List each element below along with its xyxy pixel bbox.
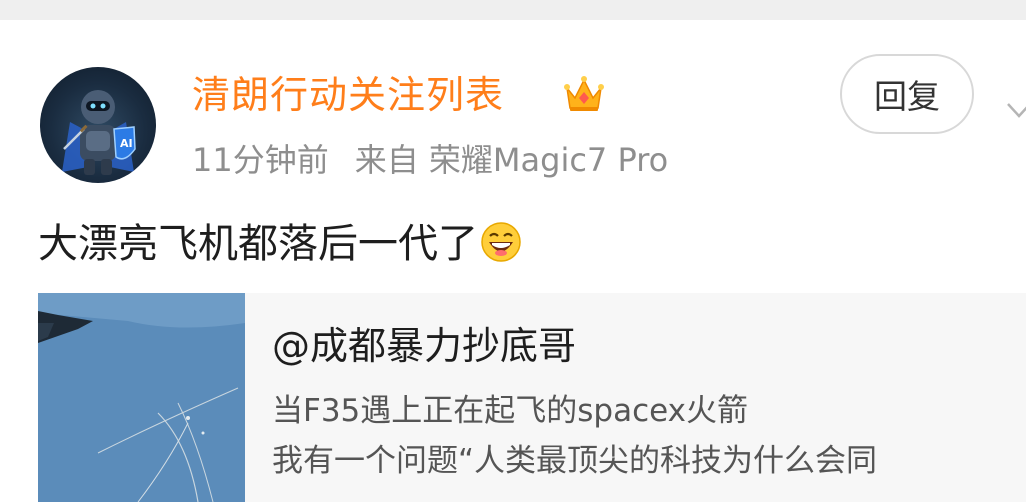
top-separator bbox=[0, 0, 1026, 20]
weibo-post: AI 清朗行动关注列表 11分钟前 来自 荣耀Magic7 Pro 回复 大漂亮飞… bbox=[0, 20, 1026, 502]
repost-text-line: 我有一个问题“人类最顶尖的科技为什么会同 bbox=[272, 443, 878, 479]
post-time: 11分钟前 bbox=[192, 141, 329, 179]
svg-text:AI: AI bbox=[120, 137, 133, 150]
post-text: 大漂亮飞机都落后一代了 bbox=[38, 221, 478, 267]
author-name[interactable]: 清朗行动关注列表 bbox=[192, 70, 504, 120]
robot-knight-avatar-image: AI bbox=[62, 90, 136, 175]
text-fade-overlay bbox=[906, 433, 1026, 493]
repost-thumbnail[interactable] bbox=[38, 293, 245, 502]
avatar[interactable]: AI bbox=[40, 67, 156, 183]
reply-button[interactable]: 回复 bbox=[840, 54, 974, 134]
post-meta: 11分钟前 来自 荣耀Magic7 Pro bbox=[192, 138, 668, 182]
post-content: 大漂亮飞机都落后一代了 bbox=[38, 218, 522, 270]
repost-card[interactable]: @成都暴力抄底哥 当F35遇上正在起飞的spacex火箭 我有一个问题“人类最顶… bbox=[38, 293, 1026, 502]
vip-crown-icon[interactable] bbox=[562, 72, 606, 116]
laughing-face-emoji bbox=[481, 222, 521, 262]
repost-text-line: 当F35遇上正在起飞的spacex火箭 bbox=[272, 393, 749, 429]
repost-author[interactable]: @成都暴力抄底哥 bbox=[272, 321, 576, 371]
chevron-down-icon[interactable] bbox=[1006, 98, 1026, 124]
post-source: 来自 荣耀Magic7 Pro bbox=[354, 141, 669, 179]
jet-over-water-image bbox=[38, 293, 245, 502]
